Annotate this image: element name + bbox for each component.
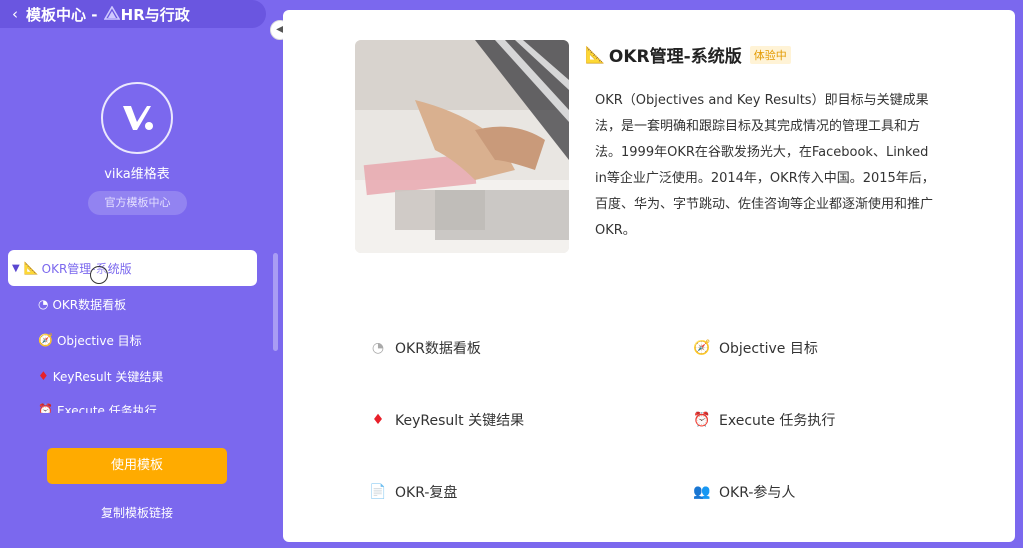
people-icon: 👥 [693,484,711,500]
view-objective[interactable]: 🧭 Objective 目标 [693,337,818,359]
template-detail-panel: 📐 OKR管理-系统版 体验中 OKR（Objectives and Key R… [283,10,1015,542]
view-keyresult[interactable]: ♦ KeyResult 关键结果 [369,409,524,431]
view-label: OKR数据看板 [395,341,481,357]
category-icon [103,4,121,24]
tree-root-label: OKR管理-系统版 [41,261,132,276]
tree-item-label: Objective 目标 [56,333,142,348]
chevron-left-icon[interactable]: ‹ [4,5,26,23]
tree-item-execute[interactable]: ⏰ Execute 任务执行 [38,400,157,413]
tree-item-objective[interactable]: 🧭 Objective 目标 [38,330,142,350]
view-label: Execute 任务执行 [719,413,836,429]
view-label: OKR-复盘 [395,485,458,501]
tree-item-keyresult[interactable]: ♦ KeyResult 关键结果 [38,366,163,386]
view-dashboard[interactable]: ◔ OKR数据看板 [369,337,481,359]
tree-item-dashboard[interactable]: ◔ OKR数据看板 [38,294,126,314]
header-title: 模板中心 - HR与行政 [26,4,190,25]
compass-icon: 🧭 [38,333,53,347]
template-cover-image [355,40,569,253]
diamond-icon: ♦ [371,412,385,428]
trial-badge: 体验中 [749,45,791,64]
caret-down-icon[interactable]: ▼ [12,263,20,274]
pie-chart-icon: ◔ [38,297,49,311]
view-label: OKR-参与人 [719,485,796,501]
tree-item-label: Execute 任务执行 [56,403,157,414]
org-name: vika维格表 [104,167,170,182]
tree-item-label: KeyResult 关键结果 [52,369,164,384]
template-title-row: 📐 OKR管理-系统版 体验中 [585,42,791,67]
tree-item-label: OKR数据看板 [52,297,127,312]
view-review[interactable]: 📄 OKR-复盘 [369,481,457,503]
header-title-prefix: 模板中心 - [26,5,103,24]
diamond-icon: ♦ [38,369,49,383]
triangle-ruler-icon: 📐 [585,45,605,64]
compass-icon: 🧭 [693,340,711,356]
view-label: KeyResult 关键结果 [395,413,525,429]
header-title-category: HR与行政 [120,5,190,24]
template-tree: ▼ 📐 OKR管理-系统版 ◔ OKR数据看板 🧭 Objective 目标 ♦… [0,250,266,413]
use-template-button[interactable]: 使用模板 [47,448,227,484]
sidebar-scrollbar[interactable] [273,253,278,351]
template-title: OKR管理-系统版 [608,47,742,67]
template-center-header: ‹ 模板中心 - HR与行政 [0,0,266,28]
tree-root-okr[interactable]: ▼ 📐 OKR管理-系统版 [8,250,257,286]
mouse-cursor [90,266,108,284]
view-participants[interactable]: 👥 OKR-参与人 [693,481,795,503]
pie-chart-icon: ◔ [371,340,385,356]
alarm-clock-icon: ⏰ [693,412,711,428]
official-template-badge[interactable]: 官方模板中心 [88,191,187,215]
vika-logo [101,82,173,154]
template-description: OKR（Objectives and Key Results）即目标与关键成果法… [595,93,935,238]
triangle-ruler-icon: 📐 [23,261,39,275]
view-execute[interactable]: ⏰ Execute 任务执行 [693,409,835,431]
alarm-clock-icon: ⏰ [38,403,53,413]
copy-template-link[interactable]: 复制模板链接 [0,504,274,521]
document-icon: 📄 [369,484,387,500]
view-label: Objective 目标 [719,341,818,357]
